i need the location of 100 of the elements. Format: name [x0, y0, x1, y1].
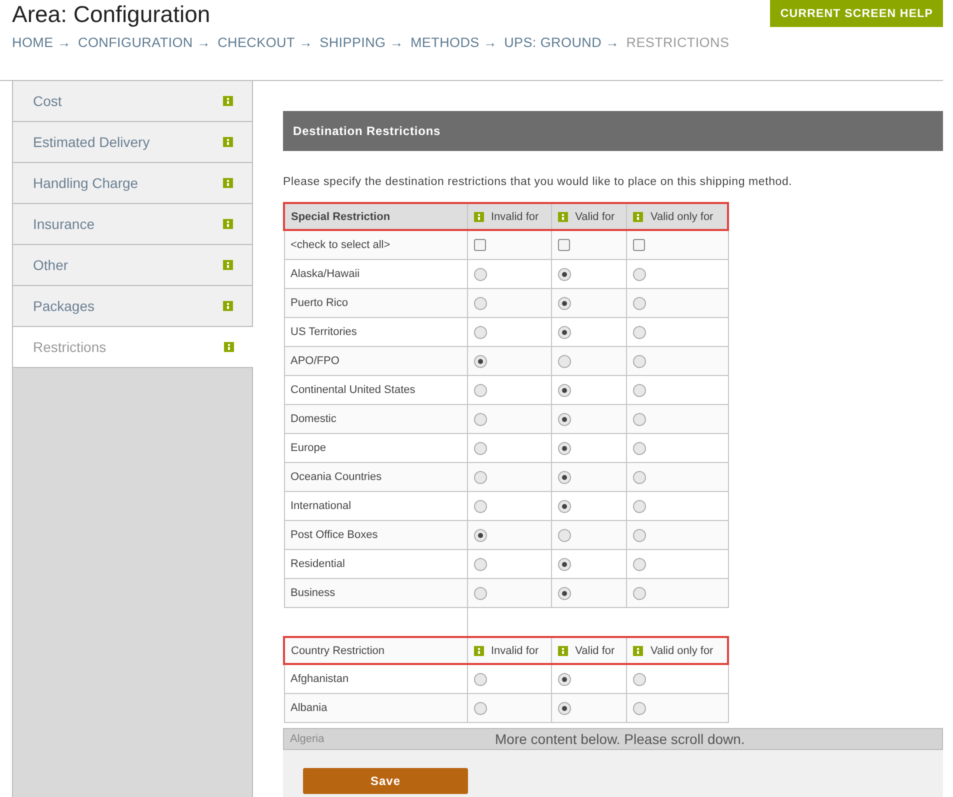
breadcrumb-link[interactable]: CONFIGURATION — [78, 35, 193, 50]
breadcrumb-link[interactable]: UPS: GROUND — [504, 35, 602, 50]
radio-button[interactable] — [633, 384, 646, 396]
sidebar-item-label: Restrictions — [33, 339, 106, 355]
radio-button[interactable] — [558, 442, 572, 454]
radio-button[interactable] — [633, 354, 646, 368]
instructions-text: Please specify the destination restrictions that you would like to place on this shipping method. — [283, 176, 794, 188]
table-cell: <check to select all> — [284, 230, 468, 260]
info-icon[interactable] — [223, 96, 233, 106]
column-header: Valid for — [575, 210, 615, 222]
info-icon[interactable] — [223, 301, 233, 311]
radio-button[interactable] — [474, 354, 487, 368]
radio-button[interactable] — [558, 528, 572, 542]
radio-button[interactable] — [474, 268, 487, 280]
breadcrumb-link[interactable]: SHIPPING — [320, 35, 386, 50]
radio-button[interactable] — [633, 528, 646, 542]
sidebar-item[interactable]: Handling Charge — [13, 163, 252, 204]
radio-button[interactable] — [558, 558, 572, 570]
info-icon[interactable] — [633, 646, 644, 656]
radio-button[interactable] — [633, 296, 646, 310]
radio-button[interactable] — [633, 470, 646, 484]
sidebar-item[interactable]: Cost — [13, 81, 252, 122]
radio-button[interactable] — [633, 702, 646, 714]
breadcrumb-arrow: → — [298, 35, 313, 50]
radio-button[interactable] — [558, 586, 572, 600]
sidebar-item[interactable]: Estimated Delivery — [13, 122, 252, 163]
table-cell: Domestic — [284, 404, 468, 434]
info-icon[interactable] — [474, 212, 484, 222]
radio-button[interactable] — [633, 268, 646, 280]
table-cell-text: Algeria — [290, 733, 326, 745]
checkbox[interactable] — [474, 239, 486, 252]
column-header: Country Restriction — [284, 637, 468, 664]
info-icon[interactable] — [558, 212, 568, 222]
breadcrumb-link[interactable]: CHECKOUT — [218, 35, 295, 50]
column-header: Invalid for — [491, 210, 539, 222]
radio-button[interactable] — [474, 296, 487, 310]
radio-button[interactable] — [474, 702, 487, 714]
radio-button[interactable] — [558, 500, 572, 512]
radio-button[interactable] — [474, 412, 487, 426]
radio-button[interactable] — [474, 672, 487, 686]
breadcrumb-link[interactable]: HOME — [12, 35, 54, 50]
radio-button[interactable] — [474, 500, 487, 512]
breadcrumb-arrow: → — [483, 35, 498, 50]
save-button[interactable]: Save — [303, 768, 468, 794]
table-cell: Puerto Rico — [284, 288, 468, 318]
radio-button[interactable] — [633, 558, 646, 570]
radio-button[interactable] — [558, 412, 572, 426]
radio-button[interactable] — [558, 296, 572, 310]
column-header: Valid for — [575, 644, 615, 656]
radio-button[interactable] — [558, 268, 572, 280]
radio-button[interactable] — [558, 702, 572, 714]
scroll-notice: More content below. Please scroll down. — [495, 731, 745, 747]
radio-button[interactable] — [633, 586, 646, 600]
radio-button[interactable] — [633, 672, 646, 686]
info-icon[interactable] — [558, 646, 568, 656]
page-title: Area: Configuration — [12, 1, 212, 28]
radio-button[interactable] — [633, 326, 646, 338]
sidebar-item[interactable]: Insurance — [13, 204, 252, 245]
column-header: Valid only for — [650, 210, 714, 222]
radio-button[interactable] — [558, 354, 572, 368]
radio-button[interactable] — [474, 470, 487, 484]
info-icon[interactable] — [223, 137, 233, 147]
sidebar-item-label: Insurance — [33, 216, 94, 232]
radio-button[interactable] — [474, 442, 487, 454]
breadcrumb-link[interactable]: RESTRICTIONS — [626, 35, 730, 50]
radio-button[interactable] — [474, 558, 487, 570]
info-icon[interactable] — [224, 342, 234, 352]
radio-button[interactable] — [558, 326, 572, 338]
info-icon[interactable] — [474, 646, 484, 656]
table-cell: Albania — [284, 694, 468, 722]
checkbox[interactable] — [558, 239, 570, 252]
breadcrumb-arrow: → — [606, 35, 620, 50]
column-header: Special Restriction — [284, 203, 468, 230]
table-cell: Oceania Countries — [284, 462, 468, 492]
radio-button[interactable] — [474, 586, 487, 600]
radio-button[interactable] — [474, 326, 487, 338]
radio-button[interactable] — [558, 384, 572, 396]
radio-button[interactable] — [474, 384, 487, 396]
sidebar-item[interactable]: Restrictions — [13, 327, 253, 368]
info-icon[interactable] — [633, 212, 644, 222]
info-icon[interactable] — [223, 260, 233, 270]
breadcrumb-link[interactable]: METHODS — [410, 35, 480, 50]
sidebar-item-label: Estimated Delivery — [33, 134, 150, 150]
radio-button[interactable] — [633, 412, 646, 426]
checkbox[interactable] — [633, 239, 646, 252]
radio-button[interactable] — [633, 442, 646, 454]
help-button[interactable]: CURRENT SCREEN HELP — [770, 0, 943, 27]
column-header: Invalid for — [491, 644, 539, 656]
info-icon[interactable] — [223, 178, 233, 188]
radio-button[interactable] — [558, 672, 572, 686]
column-header: Valid only for — [650, 644, 714, 656]
radio-button[interactable] — [474, 528, 487, 542]
breadcrumb-arrow: → — [390, 35, 404, 50]
breadcrumb-arrow: → — [57, 35, 72, 50]
radio-button[interactable] — [633, 500, 646, 512]
sidebar-item[interactable]: Packages — [13, 286, 252, 327]
sidebar-item[interactable]: Other — [13, 245, 252, 286]
sidebar-item-label: Packages — [33, 298, 94, 314]
radio-button[interactable] — [558, 470, 572, 484]
info-icon[interactable] — [223, 219, 233, 229]
